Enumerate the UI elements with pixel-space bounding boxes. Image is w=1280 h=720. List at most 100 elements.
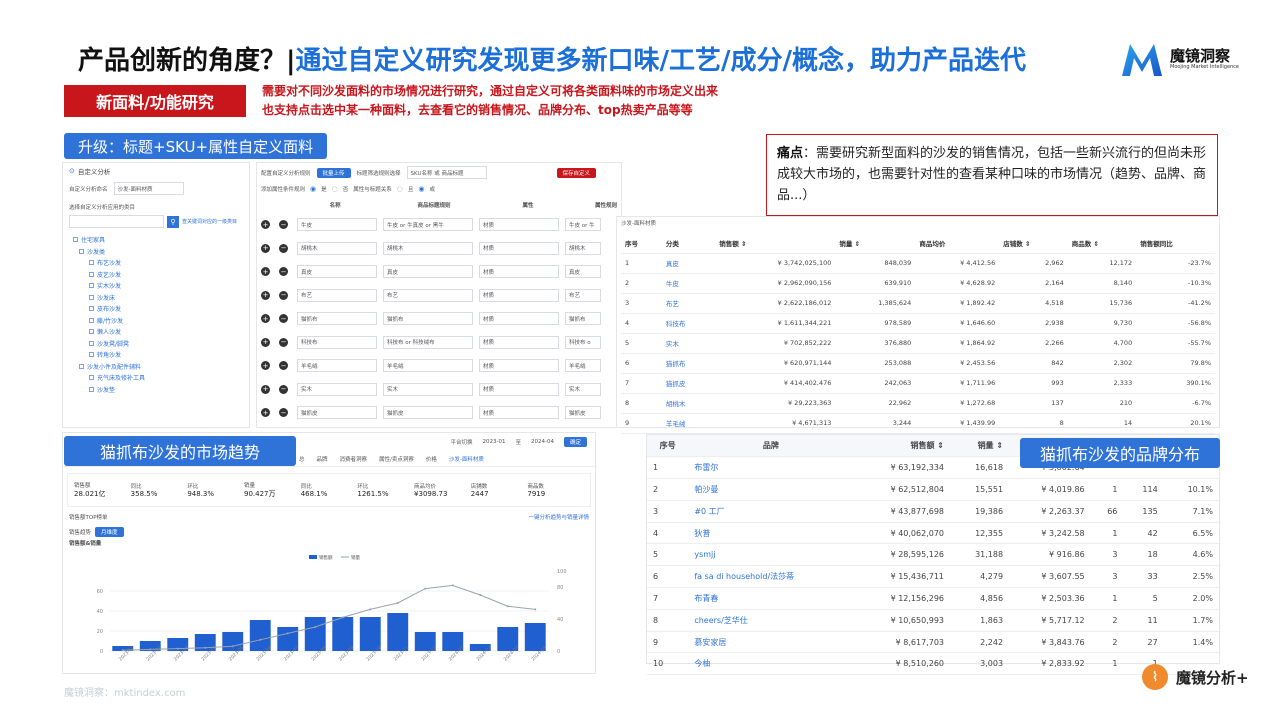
- tree-item[interactable]: 沙发小件及配件辅料: [69, 361, 243, 373]
- brand-header[interactable]: 序号: [647, 435, 689, 458]
- brand-link[interactable]: 布青春: [688, 587, 854, 610]
- line-point[interactable]: [204, 646, 207, 649]
- results-header[interactable]: 销量 ⇕: [835, 233, 916, 254]
- line-point[interactable]: [176, 647, 179, 650]
- top-list-label[interactable]: 销售额TOP榜单: [69, 513, 108, 521]
- rule-name-input[interactable]: 羊毛绒: [297, 359, 377, 373]
- title-rule-select[interactable]: SKU名称 或 商品标题: [406, 166, 487, 179]
- detail-link[interactable]: 一键分析趋势与销量详情: [528, 513, 589, 521]
- rule-name-input[interactable]: 胡桃木: [297, 241, 377, 255]
- add-row-icon[interactable]: +: [261, 384, 270, 394]
- rule-attr-select[interactable]: 材质: [479, 382, 559, 396]
- brand-header[interactable]: 销售额 ⇕: [853, 435, 951, 458]
- rule-attr-input[interactable]: 真皮: [565, 265, 601, 279]
- brand-link[interactable]: cheers/芝华仕: [688, 609, 854, 632]
- rule-attr-input[interactable]: 布艺: [565, 288, 601, 302]
- rule-attr-select[interactable]: 材质: [479, 265, 559, 279]
- line-point[interactable]: [451, 584, 454, 587]
- results-header[interactable]: 销售额 ⇕: [715, 233, 836, 254]
- brand-header[interactable]: 品牌: [688, 435, 854, 458]
- rule-title-input[interactable]: 猫抓布: [383, 312, 473, 326]
- line-point[interactable]: [479, 594, 482, 596]
- tree-item[interactable]: 沙发类: [69, 246, 243, 258]
- save-custom-button[interactable]: 保存自定义: [556, 167, 597, 178]
- filter-tag[interactable]: 沙发-面料材质: [449, 455, 484, 463]
- rule-title-input[interactable]: 实木: [383, 382, 473, 396]
- batch-upload-button[interactable]: 批量上传: [316, 167, 351, 178]
- rule-title-input[interactable]: 猫抓皮: [383, 406, 473, 420]
- radio-or[interactable]: ◉: [418, 185, 424, 193]
- rule-title-input[interactable]: 胡桃木: [383, 241, 473, 255]
- rule-name-input[interactable]: 科技布: [297, 335, 377, 349]
- category-link[interactable]: 真皮: [661, 253, 716, 274]
- category-link[interactable]: 科技布: [661, 313, 716, 334]
- platform-switch[interactable]: 平台切换: [450, 438, 472, 446]
- rule-attr-select[interactable]: 材质: [479, 241, 559, 255]
- category-link[interactable]: 胡桃木: [661, 393, 716, 414]
- category-search-input[interactable]: [69, 215, 164, 228]
- tree-item[interactable]: 充气床及修补工具: [69, 372, 243, 384]
- category-link[interactable]: 布艺: [661, 293, 716, 314]
- remove-row-icon[interactable]: −: [279, 243, 288, 253]
- tree-item[interactable]: 实木沙发: [69, 280, 243, 292]
- line-point[interactable]: [534, 608, 537, 611]
- confirm-button[interactable]: 确定: [563, 437, 587, 447]
- add-row-icon[interactable]: +: [261, 220, 270, 230]
- line-point[interactable]: [314, 626, 317, 628]
- add-row-icon[interactable]: +: [261, 337, 270, 347]
- tree-item[interactable]: 转角沙发: [69, 349, 243, 361]
- brand-header[interactable]: 销量 ⇕: [950, 435, 1010, 458]
- tree-item[interactable]: 藤/竹沙发: [69, 315, 243, 327]
- rule-title-input[interactable]: 牛皮 or 牛真皮 or 黑牛: [383, 218, 473, 232]
- line-point[interactable]: [259, 638, 262, 641]
- add-row-icon[interactable]: +: [261, 243, 270, 253]
- remove-row-icon[interactable]: −: [279, 337, 288, 347]
- category-link[interactable]: 牛皮: [661, 273, 716, 294]
- category-link[interactable]: 实木: [661, 333, 716, 354]
- tree-item[interactable]: 皮艺沙发: [69, 269, 243, 281]
- brand-link[interactable]: 慕安家居: [688, 631, 854, 654]
- rule-attr-select[interactable]: 材质: [479, 218, 559, 232]
- brand-link[interactable]: 布雷尔: [688, 456, 854, 480]
- rule-attr-input[interactable]: 科技布 o: [565, 335, 601, 349]
- tab-attribute[interactable]: 属性/卖点洞察: [379, 455, 414, 463]
- category-link[interactable]: 羊毛绒: [661, 413, 716, 434]
- rule-attr-input[interactable]: 胡桃木: [565, 241, 601, 255]
- search-icon[interactable]: ⚲: [167, 215, 179, 228]
- rule-attr-select[interactable]: 材质: [479, 359, 559, 373]
- line-point[interactable]: [341, 616, 344, 619]
- line-point[interactable]: [121, 649, 124, 652]
- line-point[interactable]: [369, 608, 372, 611]
- add-row-icon[interactable]: +: [261, 290, 270, 300]
- tree-item[interactable]: 皮布沙发: [69, 303, 243, 315]
- rule-attr-input[interactable]: 猫抓皮: [565, 406, 601, 420]
- brand-link[interactable]: fa sa di household/法莎蒂: [688, 565, 854, 589]
- add-row-icon[interactable]: +: [261, 408, 270, 418]
- line-point[interactable]: [506, 605, 509, 608]
- date-from[interactable]: 2023-01: [483, 439, 506, 445]
- add-row-icon[interactable]: +: [261, 361, 270, 371]
- rule-attr-select[interactable]: 材质: [479, 335, 559, 349]
- granularity-badge[interactable]: 月维度: [95, 527, 124, 537]
- tab-price[interactable]: 价格: [426, 455, 437, 463]
- brand-link[interactable]: ysmjj: [688, 543, 854, 567]
- rule-name-input[interactable]: 实木: [297, 382, 377, 396]
- brand-link[interactable]: 今柚: [688, 652, 854, 676]
- line-point[interactable]: [424, 587, 427, 590]
- rule-attr-input[interactable]: 牛皮 or 牛: [565, 218, 601, 232]
- date-to[interactable]: 2024-04: [531, 439, 554, 445]
- rule-name-input[interactable]: 布艺: [297, 288, 377, 302]
- rule-name-input[interactable]: 猫抓皮: [297, 406, 377, 420]
- add-row-icon[interactable]: +: [261, 267, 270, 277]
- rule-title-input[interactable]: 布艺: [383, 288, 473, 302]
- rule-attr-select[interactable]: 材质: [479, 406, 559, 420]
- category-link[interactable]: 猫抓皮: [661, 373, 716, 394]
- results-header[interactable]: 商品均价: [915, 233, 1000, 254]
- brand-link[interactable]: #0 工厂: [688, 500, 854, 523]
- remove-row-icon[interactable]: −: [279, 361, 288, 371]
- category-link[interactable]: 猫抓布: [661, 353, 716, 374]
- remove-row-icon[interactable]: −: [279, 408, 288, 418]
- remove-row-icon[interactable]: −: [279, 290, 288, 300]
- rule-attr-select[interactable]: 材质: [479, 288, 559, 302]
- remove-row-icon[interactable]: −: [279, 314, 288, 324]
